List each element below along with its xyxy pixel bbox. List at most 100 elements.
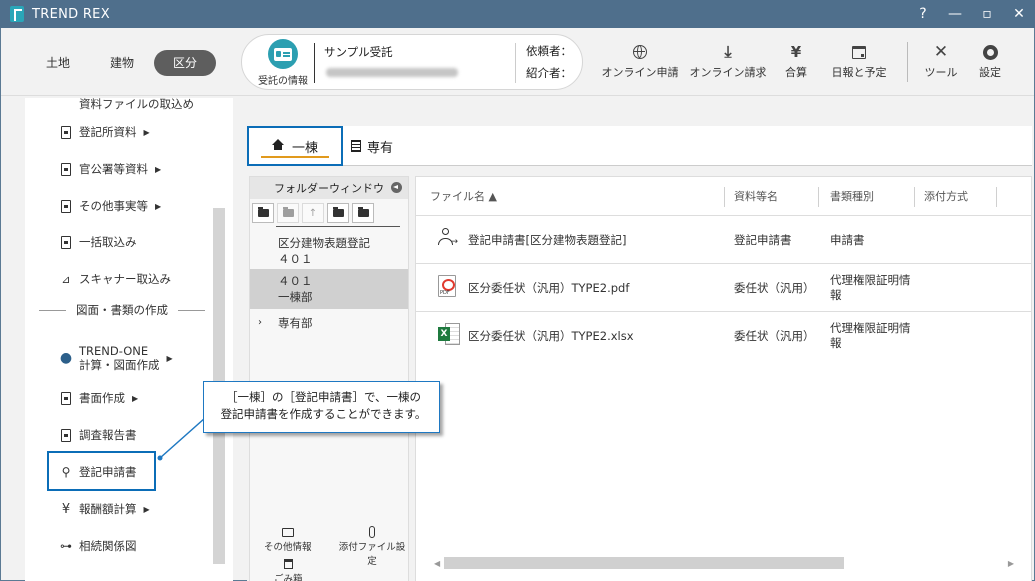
- case-divider: [314, 43, 315, 83]
- file-material: 登記申請書: [734, 232, 792, 247]
- file-name: 登記申請書[区分建物表題登記]: [468, 232, 627, 247]
- mode-unit-button[interactable]: 区分: [154, 50, 216, 76]
- folder-icon: [332, 207, 344, 217]
- maximize-button[interactable]: ▫: [971, 0, 1003, 28]
- copy-folder-button[interactable]: [277, 203, 299, 223]
- mode-land-button[interactable]: 土地: [33, 50, 83, 76]
- edit-document-icon: [59, 391, 73, 405]
- collapse-panel-icon[interactable]: [391, 182, 402, 193]
- trash-button[interactable]: ごみ箱: [274, 557, 303, 581]
- close-button[interactable]: ✕: [1003, 0, 1035, 28]
- help-button[interactable]: ?: [907, 0, 939, 28]
- document-icon: [59, 125, 73, 139]
- scrollbar-thumb[interactable]: [444, 557, 844, 569]
- divider: [276, 226, 400, 227]
- tree-item-unit-registration[interactable]: 区分建物表題登記 ４０１: [250, 233, 408, 269]
- folder-edit-icon: [357, 207, 369, 217]
- folder-icon: [281, 527, 294, 537]
- folder-icon: [282, 207, 294, 217]
- scroll-right-icon[interactable]: ▶: [1008, 559, 1014, 568]
- main-content: 一棟 専有 フォルダーウィンドウ ↑ 区分建物表題登記 ４０１ ４０１ 一棟部 …: [247, 126, 1032, 581]
- highlight-registration-application: [47, 451, 156, 491]
- tab-bar: 一棟 専有: [247, 126, 1032, 166]
- arrow-up-icon: ↑: [308, 207, 318, 219]
- tab-whole-building[interactable]: 一棟: [247, 126, 343, 166]
- report-icon: [59, 428, 73, 442]
- sidebar-item-document-create[interactable]: 書面作成 ▶: [25, 380, 215, 416]
- scanner-icon: ⊿: [61, 272, 71, 286]
- folder-settings-button[interactable]: [327, 203, 349, 223]
- file-doc-type: 代理権限証明情報: [830, 321, 911, 350]
- other-info-button[interactable]: その他情報: [264, 525, 312, 553]
- mode-building-button[interactable]: 建物: [97, 50, 147, 76]
- online-apply-button[interactable]: オンライン申請: [601, 42, 679, 80]
- tab-exclusive-unit[interactable]: 専有: [351, 126, 393, 166]
- sidebar-item-bulk-import[interactable]: 一括取込み: [25, 224, 215, 260]
- tree-item-exclusive-part[interactable]: › 専有部: [250, 315, 408, 335]
- building-icon: [351, 140, 361, 152]
- table-row[interactable]: → 登記申請書[区分建物表題登記] 登記申請書 申請書: [416, 215, 1031, 263]
- document-icon: [59, 162, 73, 176]
- download-icon: ⤓: [724, 42, 732, 61]
- sidebar-item-scanner-import[interactable]: ⊿ スキャナー取込み: [25, 261, 215, 297]
- app-frame: 土地 建物 区分 受託の情報 サンプル受託 依頼者： 紹介者： オンライン申請 …: [1, 28, 1034, 581]
- sidebar-item-registry-docs[interactable]: 登記所資料 ▶: [25, 114, 215, 150]
- chevron-right-icon: ▶: [132, 393, 139, 403]
- table-row[interactable]: 区分委任状（汎用）TYPE2.pdf 委任状（汎用） 代理権限証明情報: [416, 263, 1031, 311]
- chevron-right-icon: ▶: [166, 353, 173, 363]
- app-title: TREND REX: [32, 6, 110, 22]
- column-header-filename[interactable]: ファイル名 ▲: [430, 177, 497, 215]
- sidebar: 資料ファイルの取込め 登記所資料 ▶ 官公署等資料 ▶ その他事実等 ▶ 一括取…: [25, 98, 233, 581]
- new-folder-button[interactable]: [252, 203, 274, 223]
- column-header-doc-type[interactable]: 書類種別: [830, 177, 874, 215]
- file-name: 区分委任状（汎用）TYPE2.pdf: [468, 280, 630, 295]
- folder-window-header: フォルダーウィンドウ: [250, 177, 408, 199]
- introducer-label: 紹介者：: [526, 66, 572, 80]
- file-list: ファイル名 ▲ 資料等名 書類種別 添付方式 → 登記申請書[区分建物表題登記]…: [415, 176, 1032, 581]
- chevron-right-icon: ▶: [155, 201, 162, 211]
- folder-window: フォルダーウィンドウ ↑ 区分建物表題登記 ４０１ ４０１ 一棟部 › 専有部 …: [249, 176, 409, 581]
- trend-one-icon: ●: [59, 350, 73, 366]
- minimize-button[interactable]: —: [939, 0, 971, 28]
- section-title-drawings: 図面・書類の作成: [39, 302, 205, 318]
- case-info-button[interactable]: 受託の情報: [252, 39, 314, 87]
- settings-button[interactable]: 設定: [951, 42, 1029, 80]
- title-bar: TREND REX ? — ▫ ✕: [0, 0, 1035, 28]
- sidebar-item-inheritance-chart[interactable]: ⊶ 相続関係図: [25, 528, 215, 564]
- online-request-button[interactable]: ⤓ オンライン請求: [689, 42, 767, 80]
- sidebar-item-survey-report[interactable]: 調査報告書: [25, 417, 215, 453]
- rename-folder-button[interactable]: [352, 203, 374, 223]
- column-header-attach-method[interactable]: 添付方式: [924, 177, 968, 215]
- id-card-icon: [268, 39, 298, 69]
- move-up-button[interactable]: ↑: [302, 203, 324, 223]
- file-name: 区分委任状（汎用）TYPE2.xlsx: [468, 328, 634, 343]
- tree-item-whole-building[interactable]: ４０１ 一棟部: [250, 269, 408, 309]
- toolbar: 土地 建物 区分 受託の情報 サンプル受託 依頼者： 紹介者： オンライン申請 …: [1, 28, 1034, 96]
- daily-schedule-button[interactable]: 日報と予定: [820, 42, 898, 80]
- person-arrow-icon: →: [438, 227, 458, 247]
- sidebar-item-other-facts[interactable]: その他事実等 ▶: [25, 188, 215, 224]
- case-address-redacted: [326, 68, 458, 77]
- scroll-left-icon[interactable]: ◀: [434, 559, 440, 568]
- import-icon: [59, 235, 73, 249]
- chevron-right-icon: ▶: [155, 164, 162, 174]
- horizontal-scrollbar[interactable]: ◀ ▶: [434, 557, 1014, 569]
- calendar-icon: [852, 45, 866, 59]
- folder-bottom-actions: その他情報 添付ファイル設定 ごみ箱: [250, 523, 408, 581]
- case-info-card[interactable]: 受託の情報 サンプル受託 依頼者： 紹介者：: [241, 34, 583, 90]
- app-logo-icon: [10, 6, 24, 22]
- chevron-right-icon[interactable]: ›: [258, 315, 262, 331]
- trash-icon: [283, 559, 293, 569]
- sidebar-item-fee-calculation[interactable]: ¥ 報酬額計算 ▶: [25, 491, 215, 527]
- table-row[interactable]: X 区分委任状（汎用）TYPE2.xlsx 委任状（汎用） 代理権限証明情報: [416, 311, 1031, 359]
- case-name: サンプル受託: [324, 45, 393, 59]
- case-divider: [515, 43, 516, 83]
- tree-icon: ⊶: [60, 539, 72, 553]
- excel-icon: X: [438, 323, 460, 345]
- sidebar-item-trend-one[interactable]: ● TREND-ONE 計算・図面作成 ▶: [25, 338, 215, 378]
- attach-settings-button[interactable]: 添付ファイル設定: [336, 525, 408, 567]
- gear-icon: [982, 44, 998, 60]
- sidebar-item-public-office-docs[interactable]: 官公署等資料 ▶: [25, 151, 215, 187]
- client-label: 依頼者：: [526, 44, 572, 58]
- column-header-material[interactable]: 資料等名: [734, 177, 778, 215]
